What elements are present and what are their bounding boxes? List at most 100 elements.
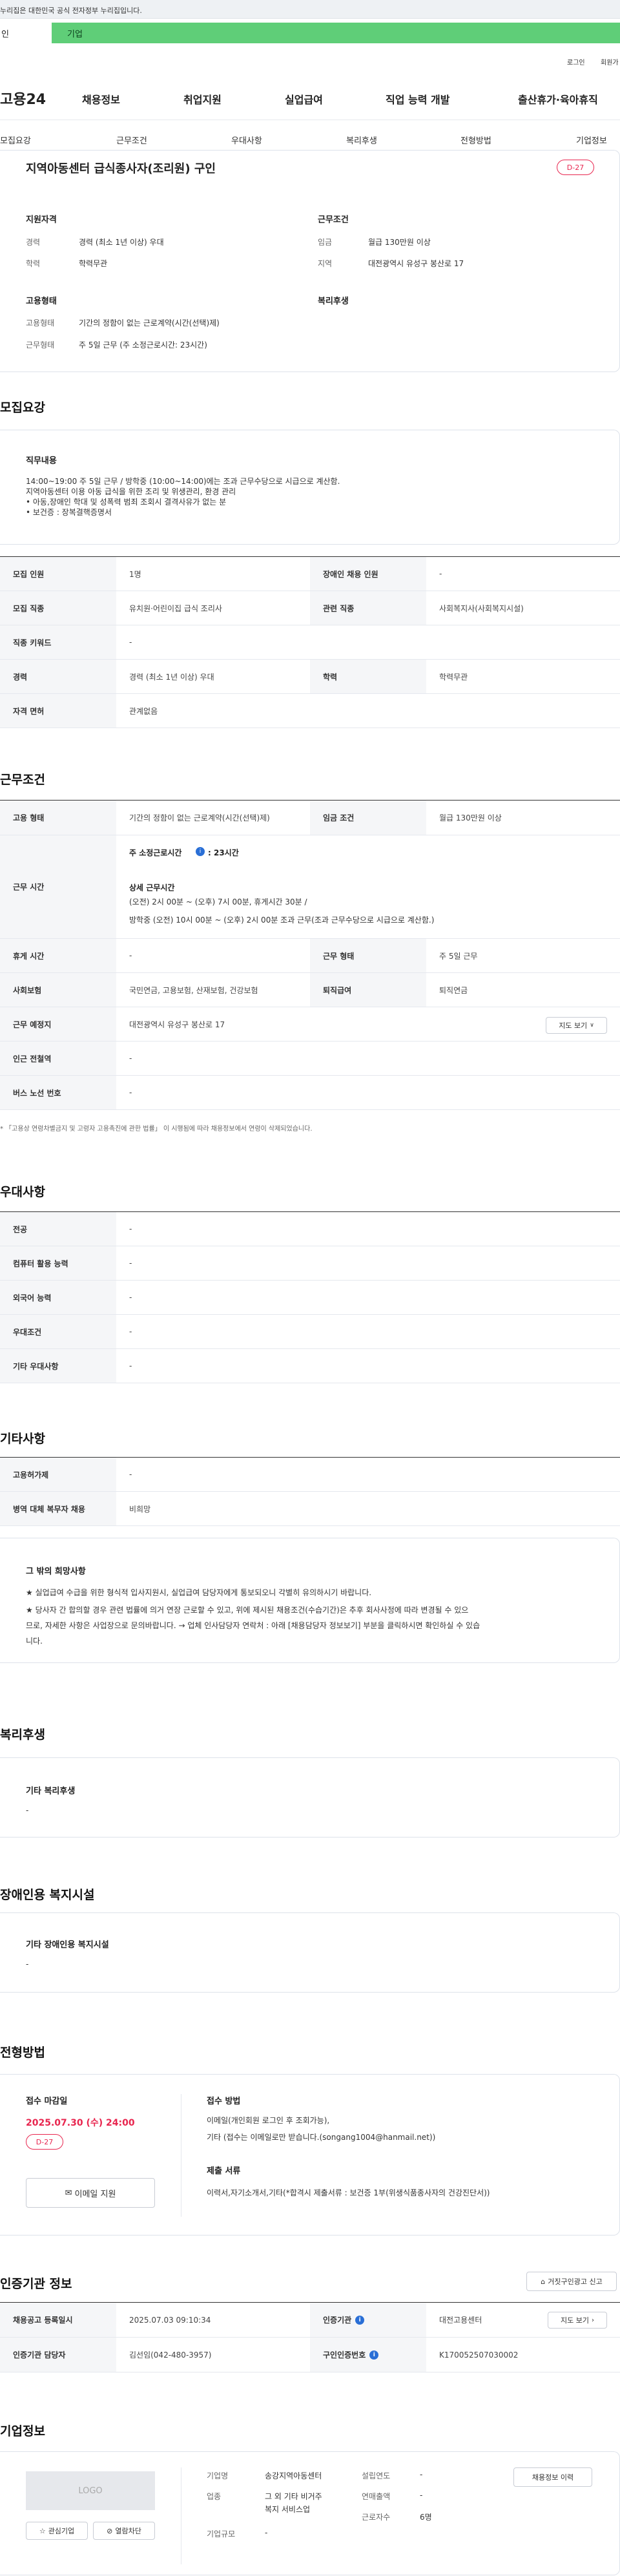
user-tabs: 인 기업 [0,19,620,47]
company-logo-placeholder: LOGO [26,2471,155,2510]
row-value: - [129,1327,132,1336]
tab-company-label: 기업 [67,29,83,39]
row-value: 1명 [129,569,141,579]
cond-value: 대전광역시 유성구 봉산로 17 [368,259,464,268]
company-logo-label: LOGO [78,2486,103,2496]
row-value: 유치원·어린이집 급식 조리사 [129,603,222,613]
company-field-label: 기업규모 [207,2529,236,2539]
disab-card: 기타 장애인용 복지시설 - [0,1912,620,1993]
row-value: - [129,1470,132,1479]
table-row: 근무 시간 주 소정근로시간 i : 23시간 상세 근무시간 (오전) 2시 … [0,835,620,939]
info-icon[interactable]: i [355,2315,365,2325]
company-field-value: 복지 서비스업 [265,2505,311,2514]
false-ad-report-button[interactable]: ⌂ 거짓구인광고 신고 [526,2272,617,2291]
emp-value: 기간의 정함이 없는 근로계약(시간(선택)제) [79,319,220,328]
row-value: 기간의 정함이 없는 근로계약(시간(선택)제) [129,813,270,822]
row-label: 자격 면허 [0,694,116,728]
false-ad-report-label: 거짓구인광고 신고 [548,2278,603,2286]
table-row: 인증기관 담당자 김선임(042-480-3957) 구인인증번호 i K1700… [0,2338,620,2372]
row-value: 대전고용센터 [439,2316,482,2325]
block-view-label: 열람차단 [115,2527,141,2535]
welfare-card-value: - [26,1806,29,1815]
row-label: 직종 키워드 [0,625,116,659]
tab-process[interactable]: 전형방법 [460,134,491,146]
qual-head: 지원자격 [26,215,57,225]
table-row: 기타 우대사항 - [0,1349,620,1383]
cond-value: 월급 130만원 이상 [368,238,431,247]
tab-company[interactable]: 기업 [52,23,620,43]
qual-label: 경력 [26,238,41,247]
envelope-icon: ✉ [65,2188,72,2198]
email-apply-button[interactable]: ✉ 이메일 지원 [26,2178,155,2208]
hope-line: 니다. [26,1637,43,1646]
map-view-button[interactable]: 지도 보기 ∨ [546,1017,607,1034]
row-value: - [129,1361,132,1370]
tab-work[interactable]: 근무조건 [116,134,147,146]
cond-label: 지역 [318,259,333,268]
table-row: 직종 키워드 - [0,625,620,660]
company-field-value: 6명 [420,2513,432,2522]
row-value: - [129,638,132,647]
cond-head: 근무조건 [318,215,349,225]
process-title: 전형방법 [0,2046,45,2060]
gnb-item-training[interactable]: 직업 능력 개발 [386,91,450,107]
company-field-value: - [420,2491,423,2500]
company-field-value: 송강지역아동센터 [265,2471,322,2480]
join-link[interactable]: 회원가 [601,57,619,67]
gnb-item-jobs[interactable]: 채용정보 [82,91,120,107]
row-label: 인근 전철역 [0,1042,116,1075]
job-history-button[interactable]: 채용정보 이력 [513,2467,592,2487]
table-row: 모집 인원 1명 장애인 채용 인원 - [0,557,620,591]
job-title: 지역아동센터 급식종사자(조리원) 구인 [26,162,216,176]
favorite-company-label: 관심기업 [48,2527,75,2535]
block-view-button[interactable]: ⊘ 열람차단 [93,2522,155,2540]
qual-label: 학력 [26,259,41,268]
row-label: 고용 형태 [0,801,116,835]
duty-line: 14:00~19:00 주 5일 근무 / 방학중 (10:00~14:00)에… [26,477,340,486]
row-label: 모집 인원 [0,557,116,591]
email-apply-label: 이메일 지원 [74,2189,116,2199]
qual-value: 경력 (최소 1년 이상) 우대 [79,238,164,247]
login-link[interactable]: 로그인 [567,57,585,67]
row-value: 비희망 [129,1504,151,1514]
welfare-card: 기타 복리후생 - [0,1757,620,1838]
qual-value: 학력무관 [79,259,108,268]
cert-no-label: 구인인증번호 [323,2351,366,2360]
gov-banner-text: 누리집은 대한민국 공식 전자정부 누리집입니다. [0,6,142,15]
tab-recruit[interactable]: 모집요강 [0,134,31,146]
cert-map-button[interactable]: 지도 보기 › [548,2312,607,2329]
row-value: 월급 130만원 이상 [439,813,502,822]
site-logo[interactable]: 고용24 [0,88,46,109]
disab-title: 장애인용 복지시설 [0,1888,95,1902]
row-label: 퇴직급여 [310,973,426,1007]
gnb: 고용24 채용정보 취업지원 실업급여 직업 능력 개발 출산휴가·육아휴직 [0,79,620,120]
star-icon: ☆ [39,2526,46,2535]
table-row: 채용공고 등록일시 2025.07.03 09:10:34 인증기관 i 대전고용… [0,2303,620,2338]
detail-hours-line: (오전) 2시 00분 ~ (오후) 7시 00분, 휴게시간 30분 / [129,897,307,906]
company-field-value: - [420,2470,423,2479]
duty-line: 지역아동센터 이용 아동 급식을 위한 조리 및 위생관리, 환경 관리 [26,487,236,496]
cert-org-label: 인증기관 [323,2316,352,2325]
company-field-value: 그 외 기타 비거주 [265,2492,322,2501]
table-row: 병역 대체 복무자 채용 비희망 [0,1492,620,1526]
table-row: 휴게 시간 - 근무 형태 주 5일 근무 [0,939,620,973]
row-label: 사회보험 [0,973,116,1007]
tab-pref[interactable]: 우대사항 [231,134,262,146]
tab-welfare[interactable]: 복리후생 [346,134,377,146]
gnb-item-leave[interactable]: 출산휴가·육아휴직 [518,91,598,107]
info-icon[interactable]: i [369,2350,379,2360]
row-label: 고용허가제 [0,1458,116,1491]
row-label: 외국어 능력 [0,1281,116,1314]
table-row: 우대조건 - [0,1315,620,1349]
gnb-item-benefit[interactable]: 실업급여 [285,91,323,107]
row-label: 인증기관 i [310,2303,426,2337]
weekly-hours-label: 주 소정근로시간 [129,848,182,857]
welfare-card-head: 기타 복리후생 [26,1786,76,1796]
tab-person[interactable]: 인 [0,23,52,43]
gnb-item-employment[interactable]: 취업지원 [183,91,222,107]
deadline-value: 2025.07.30 (수) 24:00 [26,2118,135,2128]
info-icon[interactable]: i [196,847,205,856]
table-row: 사회보험 국민연금, 고용보험, 산재보험, 건강보험 퇴직급여 퇴직연금 [0,973,620,1007]
tab-company-info[interactable]: 기업정보 [576,134,607,146]
favorite-company-button[interactable]: ☆ 관심기업 [26,2522,88,2540]
